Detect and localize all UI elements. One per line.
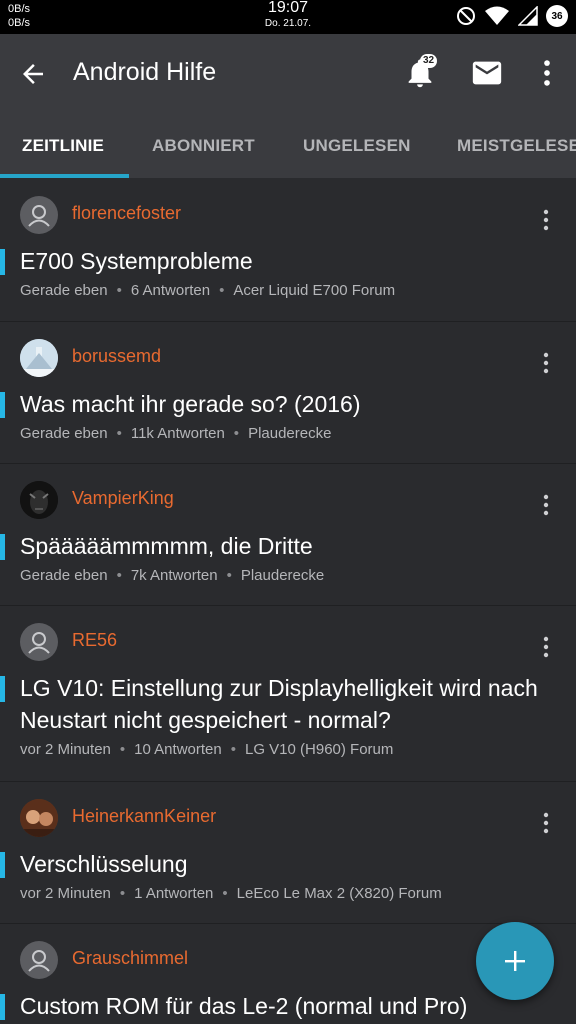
unread-indicator — [0, 676, 5, 702]
status-icons: 36 — [456, 5, 568, 27]
item-menu-icon[interactable] — [518, 477, 574, 533]
thread-item[interactable]: RE56 LG V10: Einstellung zur Displayhell… — [0, 605, 576, 782]
meta-separator: • — [116, 567, 122, 584]
item-menu-icon[interactable] — [518, 795, 574, 851]
thread-author[interactable]: HeinerkannKeiner — [72, 806, 216, 827]
thread-time: vor 2 Minuten — [20, 885, 111, 902]
avatar[interactable] — [20, 196, 58, 234]
new-thread-fab-button[interactable] — [476, 922, 554, 1000]
tab-zeitline[interactable]: ZEITLINIE — [22, 136, 104, 156]
thread-item[interactable]: florencefoster E700 Systemprobleme Gerad… — [0, 178, 576, 322]
meta-separator: • — [219, 282, 225, 299]
back-arrow-icon[interactable] — [18, 59, 48, 89]
unread-indicator — [0, 392, 5, 418]
avatar[interactable] — [20, 481, 58, 519]
meta-separator: • — [230, 741, 236, 758]
thread-time: Gerade eben — [20, 425, 108, 442]
wifi-icon — [485, 6, 509, 25]
unread-indicator — [0, 534, 5, 560]
thread-title[interactable]: LG V10: Einstellung zur Displayhelligkei… — [20, 672, 556, 736]
thread-forum[interactable]: LG V10 (H960) Forum — [245, 741, 393, 758]
thread-forum[interactable]: Plauderecke — [248, 425, 331, 442]
meta-separator: • — [226, 567, 232, 584]
unread-indicator — [0, 994, 5, 1020]
thread-meta: vor 2 Minuten • 10 Antworten • LG V10 (H960)… — [20, 741, 393, 758]
tab-ungelesen[interactable]: UNGELESEN — [303, 136, 411, 156]
thread-title[interactable]: E700 Systemprobleme — [20, 245, 556, 277]
default-avatar-icon — [28, 632, 50, 654]
thread-replies: 11k Antworten — [130, 425, 225, 442]
thread-forum[interactable]: LeEco Le Max 2 (X820) Forum — [237, 885, 442, 902]
snow-photo-avatar — [20, 339, 58, 377]
thread-meta: Gerade eben • 7k Antworten • Plauderecke — [20, 567, 324, 584]
default-avatar-icon — [28, 205, 50, 227]
thread-author[interactable]: RE56 — [72, 630, 117, 651]
meta-separator: • — [116, 282, 122, 299]
thread-title[interactable]: Was macht ihr gerade so? (2016) — [20, 388, 556, 420]
thread-time: vor 2 Minuten — [20, 741, 111, 758]
signal-icon — [518, 6, 538, 26]
unread-indicator — [0, 852, 5, 878]
thread-title[interactable]: Verschlüsselung — [20, 848, 556, 880]
thread-item[interactable]: VampierKing Spääääämmmmm, die Dritte Ger… — [0, 463, 576, 606]
thread-replies: 10 Antworten — [134, 741, 222, 758]
thread-meta: Gerade eben • 11k Antworten • Plauderecke — [20, 425, 331, 442]
item-menu-icon[interactable] — [518, 335, 574, 391]
item-menu-icon[interactable] — [518, 192, 574, 248]
thread-item[interactable]: HeinerkannKeiner Verschlüsselung vor 2 M… — [0, 781, 576, 924]
tab-bar: ZEITLINIE ABONNIERT UNGELESEN MEISTGELES… — [0, 112, 576, 178]
thread-replies: 1 Antworten — [134, 885, 214, 902]
thread-forum[interactable]: Acer Liquid E700 Forum — [233, 282, 395, 299]
default-avatar-icon — [28, 950, 50, 972]
avatar[interactable] — [20, 941, 58, 979]
thread-author[interactable]: borussemd — [72, 346, 161, 367]
thread-meta: vor 2 Minuten • 1 Antworten • LeEco Le Max 2… — [20, 885, 442, 902]
avatar[interactable] — [20, 799, 58, 837]
thread-meta: Gerade eben • 6 Antworten • Acer Liquid E700… — [20, 282, 395, 299]
thread-forum[interactable]: Plauderecke — [241, 567, 324, 584]
meta-separator: • — [222, 885, 228, 902]
page-title: Android Hilfe — [73, 58, 217, 86]
thread-replies: 6 Antworten — [130, 282, 211, 299]
avatar[interactable] — [20, 623, 58, 661]
plus-icon — [505, 951, 525, 971]
notification-count-badge: 32 — [420, 54, 438, 68]
item-menu-icon[interactable] — [518, 619, 574, 675]
tab-meistgelesen[interactable]: MEISTGELESEN — [457, 136, 576, 156]
face-photo-avatar — [20, 799, 58, 837]
do-not-disturb-icon — [457, 7, 475, 25]
battery-indicator: 36 — [546, 5, 568, 27]
status-bar: 0B/s 0B/s 19:07 Do. 21.07. 36 — [0, 0, 576, 34]
thread-author[interactable]: florencefoster — [72, 203, 181, 224]
mail-icon[interactable] — [470, 56, 504, 90]
overflow-menu-icon[interactable] — [530, 56, 564, 90]
avatar[interactable] — [20, 339, 58, 377]
thread-author[interactable]: VampierKing — [72, 488, 174, 509]
thread-time: Gerade eben — [20, 567, 108, 584]
unread-indicator — [0, 249, 5, 275]
meta-separator: • — [119, 741, 126, 758]
thread-title[interactable]: Spääääämmmmm, die Dritte — [20, 530, 556, 562]
tab-abonniert[interactable]: ABONNIERT — [152, 136, 255, 156]
thread-replies: 7k Antworten — [130, 567, 218, 584]
dark-face-avatar — [20, 481, 58, 519]
thread-author[interactable]: Grauschimmel — [72, 948, 188, 969]
meta-separator: • — [116, 425, 122, 442]
thread-time: Gerade eben — [20, 282, 108, 299]
meta-separator: • — [233, 425, 240, 442]
meta-separator: • — [119, 885, 126, 902]
app-bar: Android Hilfe 32 — [0, 34, 576, 112]
thread-item[interactable]: borussemd Was macht ihr gerade so? (2016… — [0, 321, 576, 464]
